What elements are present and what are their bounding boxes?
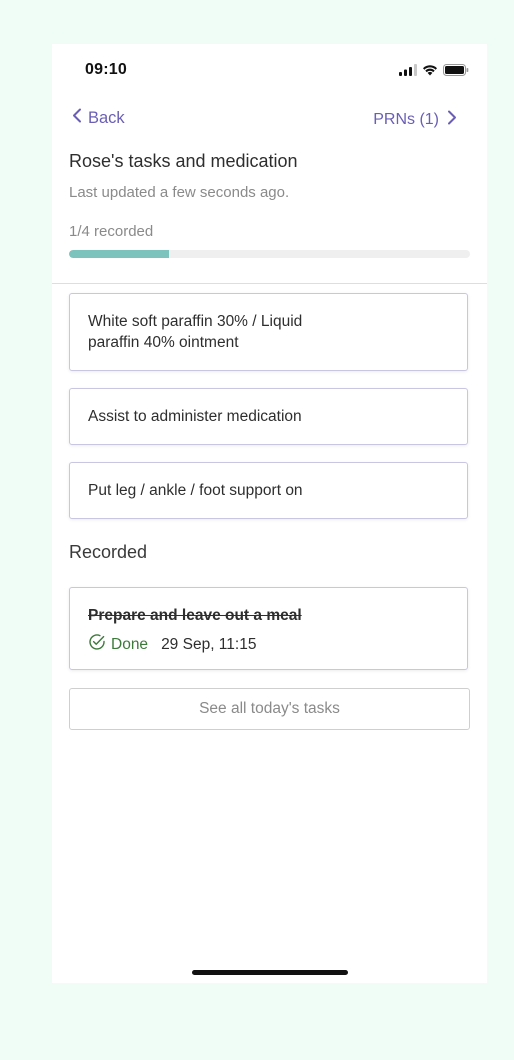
progress-bar — [69, 250, 470, 258]
task-card[interactable]: Put leg / ankle / foot support on — [69, 462, 468, 519]
recorded-heading: Recorded — [69, 542, 148, 562]
task-card[interactable]: White soft paraffin 30% / Liquid paraffi… — [69, 293, 468, 371]
header-divider — [52, 283, 487, 284]
task-label: Assist to administer medication — [88, 408, 302, 425]
chevron-left-icon — [72, 108, 82, 128]
status-icons — [399, 63, 469, 81]
chevron-right-icon — [447, 110, 457, 130]
wifi-icon — [422, 63, 438, 81]
battery-icon — [443, 63, 469, 81]
top-navigation: Back PRNs (1) — [52, 106, 487, 134]
page-title: Rose's tasks and medication — [69, 151, 298, 171]
last-updated-text: Last updated a few seconds ago. — [69, 184, 290, 201]
recorded-task-card[interactable]: Prepare and leave out a meal Done 29 Sep… — [69, 587, 468, 670]
check-circle-icon — [88, 633, 106, 656]
recorded-time: 29 Sep, 11:15 — [161, 635, 257, 653]
back-label: Back — [88, 108, 125, 127]
progress-label: 1/4 recorded — [69, 223, 154, 240]
done-label: Done — [111, 635, 149, 653]
phone-screen: 09:10 Back PRNs (1) Rose's tasks and med… — [52, 44, 487, 983]
task-label: White soft paraffin 30% / Liquid paraffi… — [88, 313, 303, 351]
status-bar: 09:10 — [52, 44, 487, 96]
see-all-tasks-button[interactable]: See all today's tasks — [69, 688, 470, 730]
status-time: 09:10 — [85, 61, 127, 78]
task-label: Put leg / ankle / foot support on — [88, 482, 303, 499]
cellular-signal-icon — [399, 63, 417, 81]
task-card[interactable]: Assist to administer medication — [69, 388, 468, 445]
prns-button[interactable]: PRNs (1) — [373, 110, 457, 130]
prns-label: PRNs (1) — [373, 111, 439, 128]
home-indicator — [192, 970, 348, 975]
done-status: Done — [88, 633, 148, 656]
back-button[interactable]: Back — [72, 108, 125, 128]
recorded-task-meta: Done 29 Sep, 11:15 — [88, 633, 449, 656]
progress-bar-fill — [69, 250, 170, 258]
recorded-task-label: Prepare and leave out a meal — [88, 607, 302, 624]
